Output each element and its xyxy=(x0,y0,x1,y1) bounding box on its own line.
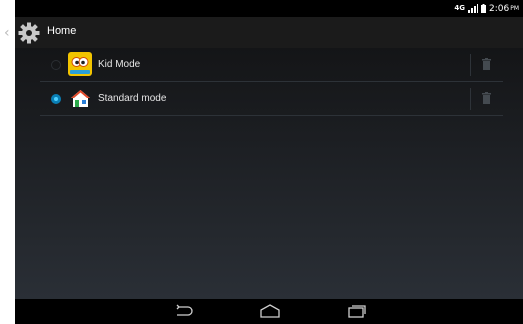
status-icons: 4G 2:06 PM xyxy=(454,1,519,16)
network-type-indicator: 4G xyxy=(454,4,465,12)
gear-icon xyxy=(18,22,40,44)
device-screen: 4G 2:06 PM ‹ Home Kid Mode Standard mode xyxy=(4,0,523,324)
standard-mode-radio[interactable] xyxy=(51,94,61,104)
recent-apps-icon[interactable] xyxy=(347,304,367,318)
kid-mode-radio[interactable] xyxy=(51,60,61,70)
kid-mode-label: Kid Mode xyxy=(98,59,141,70)
navigation-bar xyxy=(15,299,523,324)
home-selection-list: Kid Mode Standard mode xyxy=(15,48,523,299)
up-caret-icon: ‹ xyxy=(4,25,10,41)
back-icon[interactable] xyxy=(174,304,194,318)
trash-icon[interactable] xyxy=(482,58,491,70)
action-bar: ‹ Home xyxy=(4,17,523,48)
clock-ampm: PM xyxy=(510,5,519,12)
row-divider xyxy=(470,54,471,76)
page-title: Home xyxy=(47,25,77,37)
home-icon[interactable] xyxy=(260,304,280,318)
clock-time: 2:06 xyxy=(488,3,510,14)
signal-icon xyxy=(467,4,478,13)
list-item-standard-mode[interactable]: Standard mode xyxy=(40,82,503,116)
battery-icon xyxy=(480,4,486,13)
row-divider xyxy=(470,88,471,110)
house-icon xyxy=(71,90,90,107)
action-bar-home-up[interactable]: ‹ xyxy=(3,17,43,48)
kid-mode-icon xyxy=(68,52,92,76)
standard-mode-label: Standard mode xyxy=(98,93,167,104)
list-item-kid-mode[interactable]: Kid Mode xyxy=(40,48,503,82)
trash-icon[interactable] xyxy=(482,92,491,104)
status-bar: 4G 2:06 PM xyxy=(15,0,523,17)
